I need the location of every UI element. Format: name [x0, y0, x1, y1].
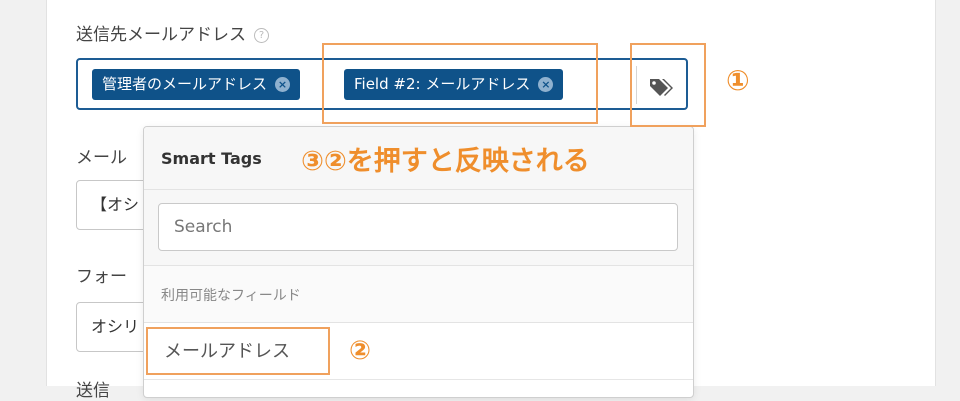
recipient-email-label: 送信先メールアドレス? [76, 20, 269, 45]
annotation-instruction: ③②を押すと反映される [301, 146, 590, 177]
smart-tags-search-input[interactable] [158, 203, 678, 251]
smart-tags-title: Smart Tags [161, 149, 262, 168]
smart-tags-search-area [144, 190, 693, 266]
next-field-label: 送信 [76, 381, 110, 401]
help-icon[interactable]: ? [254, 28, 269, 43]
recipient-tag-label: 管理者のメールアドレス [102, 75, 268, 93]
annotation-marker-2: ② [349, 336, 372, 366]
available-fields-section: 利用可能なフィールド [144, 266, 693, 323]
recipient-tag-admin-email: 管理者のメールアドレス × [92, 69, 301, 100]
annotation-marker-1: ① [726, 64, 750, 97]
remove-tag-icon[interactable]: × [275, 77, 291, 92]
email-subject-label: メール [76, 148, 127, 168]
annotation-box-email-item [146, 327, 330, 375]
recipient-email-label-text: 送信先メールアドレス [76, 25, 246, 45]
annotation-box-tag-area [322, 43, 598, 124]
from-name-label: フォー [76, 267, 127, 287]
annotation-box-smart-tags-button [630, 43, 706, 127]
available-fields-label: 利用可能なフィールド [161, 288, 301, 304]
